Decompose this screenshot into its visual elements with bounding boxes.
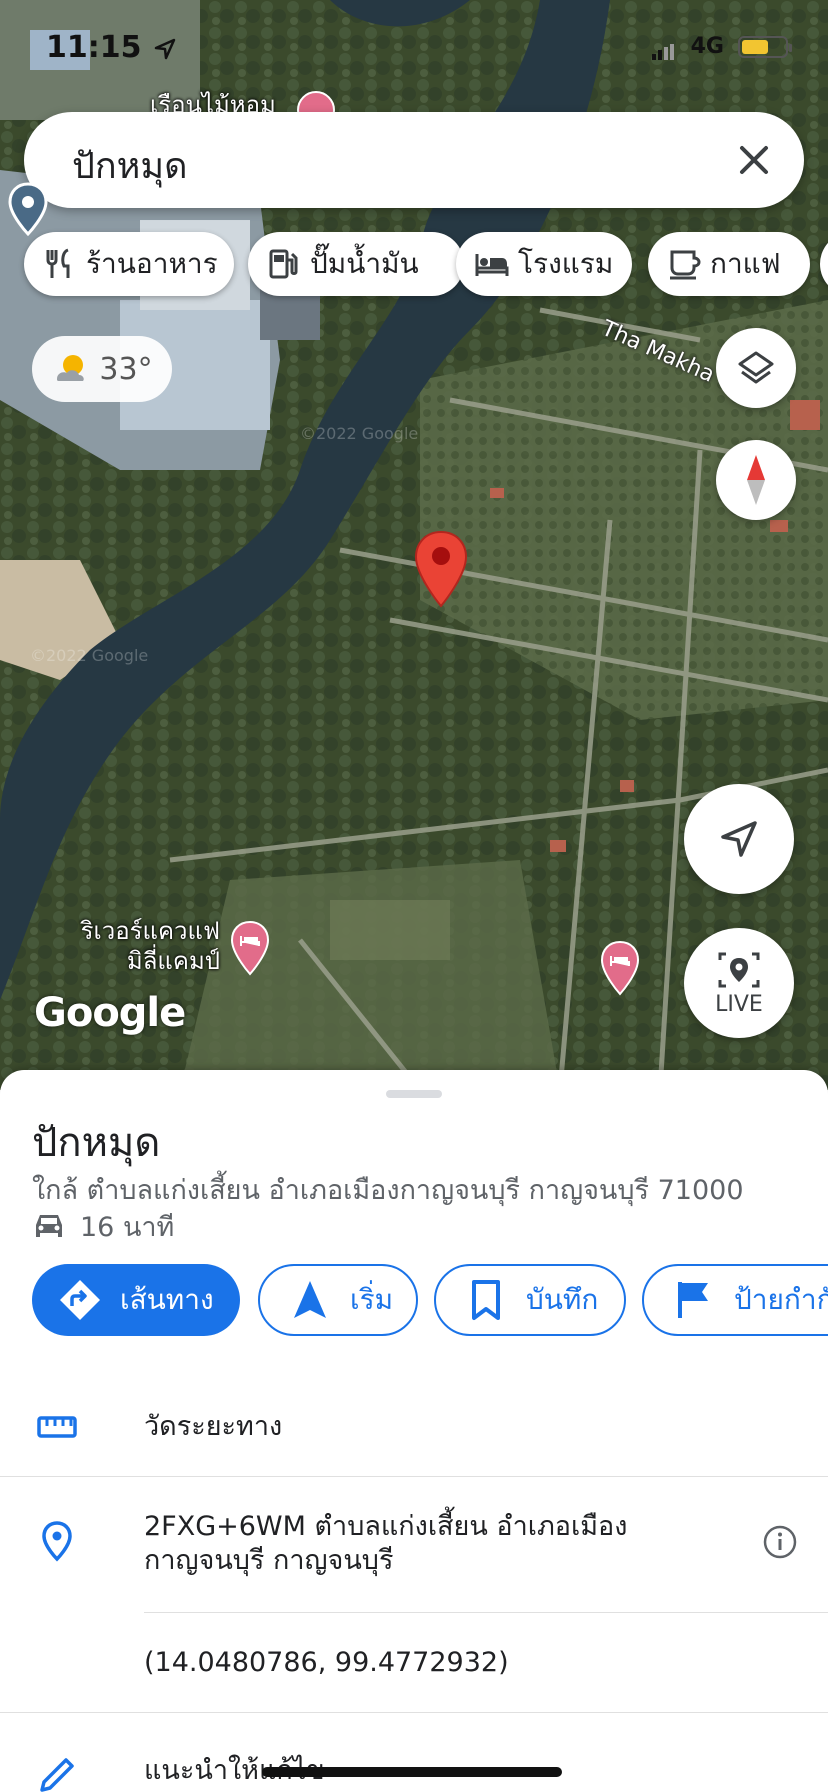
start-button[interactable]: เริ่ม xyxy=(258,1264,418,1336)
navigation-arrow-icon xyxy=(721,821,757,857)
poi-label-line: มิลี่แคมป์ xyxy=(126,947,220,975)
coordinates-row[interactable]: (14.0480786, 99.4772932) xyxy=(0,1614,828,1714)
navigation-start-icon xyxy=(294,1281,326,1318)
chip-label: ปั๊มน้ำมัน xyxy=(310,247,419,280)
car-icon xyxy=(36,1215,62,1237)
hotel-icon xyxy=(475,254,509,276)
coffee-icon xyxy=(670,250,701,280)
map-watermark: ©2022 Google xyxy=(300,424,419,443)
chip-restaurant[interactable]: ร้านอาหาร xyxy=(24,232,234,296)
my-location-button[interactable] xyxy=(684,784,794,894)
temperature: 33° xyxy=(99,351,153,387)
place-sheet[interactable]: ปักหมุด ใกล้ ตำบลแก่งเสี้ยน อำเภอเมืองกา… xyxy=(0,1070,828,1792)
action-label: ป้ายกำกับ xyxy=(734,1283,828,1316)
pencil-icon xyxy=(40,1758,74,1792)
saved-place-pin-icon[interactable] xyxy=(8,182,48,238)
divider xyxy=(0,1476,828,1477)
directions-icon xyxy=(60,1280,100,1320)
action-label: บันทึก xyxy=(526,1283,599,1316)
category-chips: ร้านอาหาร ปั๊มน้ำมัน โรงแรม กาแฟ xyxy=(24,232,828,296)
search-query[interactable]: ปักหมุด xyxy=(72,137,188,194)
plus-code-row[interactable]: 2FXG+6WM ตำบลแก่งเสี้ยน อำเภอเมือง กาญจน… xyxy=(0,1478,828,1608)
gas-station-icon xyxy=(269,249,298,279)
map-watermark: ©2022 Google xyxy=(30,646,149,665)
hotel-pin-icon[interactable] xyxy=(600,940,640,998)
place-title: ปักหมุด xyxy=(32,1120,161,1166)
poi-label-line: ริเวอร์แควแฟ xyxy=(80,917,220,945)
location-arrow-icon xyxy=(154,38,176,60)
chip-gas-station[interactable]: ปั๊มน้ำมัน xyxy=(248,232,464,296)
home-indicator[interactable] xyxy=(262,1767,562,1777)
drive-time: 16 นาที xyxy=(32,1208,174,1244)
action-buttons: เส้นทาง เริ่ม บันทึก ป้ายกำกับ xyxy=(32,1264,828,1336)
save-button[interactable]: บันทึก xyxy=(434,1264,626,1336)
battery-icon xyxy=(738,36,792,58)
chip-label: กาแฟ xyxy=(710,247,781,280)
plus-code-line: กาญจนบุรี กาญจนบุรี xyxy=(144,1545,394,1576)
poi-label-river-cafe[interactable]: ริเวอร์แควแฟ มิลี่แคมป์ xyxy=(60,916,220,976)
suggest-edit-row[interactable]: แนะนำให้แก้ไข xyxy=(0,1714,828,1792)
map-view[interactable]: ©2022 Google ©2022 Google 11:15 4G เรือน… xyxy=(0,0,828,1090)
ruler-icon xyxy=(37,1416,77,1438)
divider xyxy=(144,1612,828,1613)
sheet-grabber[interactable] xyxy=(386,1090,442,1098)
search-bar[interactable]: ปักหมุด xyxy=(24,112,804,208)
compass-icon xyxy=(747,455,765,505)
plus-code-line: 2FXG+6WM ตำบลแก่งเสี้ยน อำเภอเมือง xyxy=(144,1511,628,1542)
action-label: เริ่ม xyxy=(350,1283,394,1316)
measure-distance-label: วัดระยะทาง xyxy=(144,1411,283,1442)
coordinates-text: (14.0480786, 99.4772932) xyxy=(144,1647,509,1678)
dropped-pin-icon[interactable] xyxy=(414,530,468,610)
info-icon[interactable] xyxy=(762,1524,798,1560)
live-view-icon xyxy=(718,952,760,987)
flag-icon xyxy=(678,1282,708,1318)
divider xyxy=(0,1712,828,1713)
label-button[interactable]: ป้ายกำกับ xyxy=(642,1264,828,1336)
status-bar: 11:15 4G xyxy=(46,30,792,70)
measure-distance-row[interactable]: วัดระยะทาง xyxy=(0,1376,828,1480)
restaurant-icon xyxy=(46,248,70,278)
chip-label: ร้านอาหาร xyxy=(86,247,218,280)
chip-hotel[interactable]: โรงแรม xyxy=(456,232,632,296)
chip-coffee[interactable]: กาแฟ xyxy=(648,232,810,296)
layers-icon xyxy=(738,351,774,384)
network-type: 4G xyxy=(690,34,724,59)
hotel-pin-icon[interactable] xyxy=(230,920,270,978)
directions-button[interactable]: เส้นทาง xyxy=(32,1264,240,1336)
plus-code-text: 2FXG+6WM ตำบลแก่งเสี้ยน อำเภอเมือง กาญจน… xyxy=(144,1510,627,1578)
live-view-button[interactable]: LIVE xyxy=(684,928,794,1038)
partly-cloudy-icon xyxy=(57,355,85,381)
chip-label: โรงแรม xyxy=(518,247,614,280)
layers-button[interactable] xyxy=(716,328,796,408)
google-logo: Google xyxy=(34,990,186,1036)
location-pin-icon xyxy=(42,1521,72,1562)
status-time: 11:15 xyxy=(46,30,142,65)
close-icon[interactable] xyxy=(728,134,780,186)
cell-signal-icon xyxy=(652,44,674,60)
chip-more[interactable] xyxy=(820,232,828,296)
action-label: เส้นทาง xyxy=(120,1283,214,1316)
weather-badge[interactable]: 33° xyxy=(32,336,172,402)
bookmark-icon xyxy=(472,1280,500,1320)
live-label: LIVE xyxy=(715,991,763,1017)
compass-button[interactable] xyxy=(716,440,796,520)
drive-minutes: 16 นาที xyxy=(80,1211,175,1243)
